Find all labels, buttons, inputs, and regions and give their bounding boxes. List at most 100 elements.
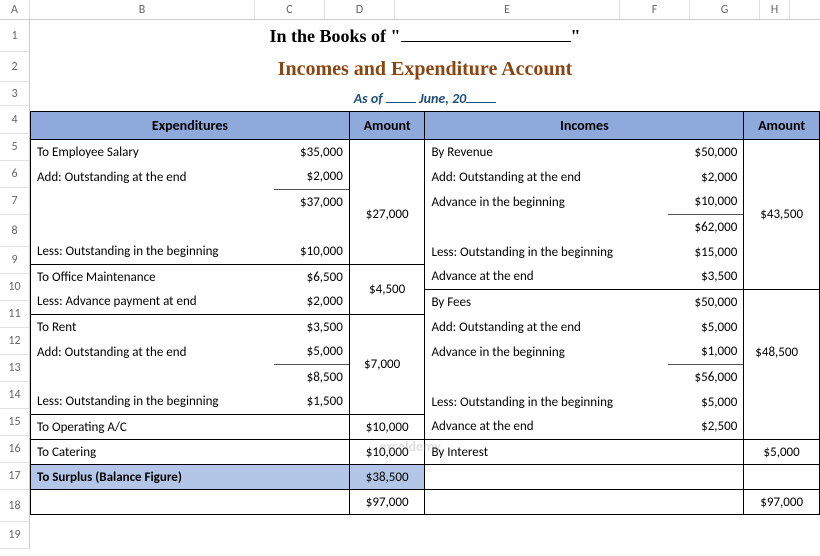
cell[interactable] bbox=[425, 465, 668, 490]
cell[interactable] bbox=[274, 440, 350, 465]
row-header-2[interactable]: 2 bbox=[0, 52, 30, 82]
cell[interactable]: To Employee Salary bbox=[31, 140, 274, 165]
cell[interactable]: Add: Outstanding at the end bbox=[31, 165, 274, 190]
cell[interactable] bbox=[744, 165, 820, 190]
cell[interactable] bbox=[31, 490, 274, 515]
cell[interactable]: $5,000 bbox=[668, 390, 744, 415]
cell[interactable]: $2,000 bbox=[668, 165, 744, 190]
th-amount2[interactable]: Amount bbox=[744, 112, 820, 140]
cell[interactable]: $27,000 bbox=[349, 190, 425, 240]
cell[interactable]: Less: Outstanding in the beginning bbox=[31, 390, 274, 415]
cell[interactable] bbox=[668, 490, 744, 515]
cell[interactable]: Less: Outstanding in the beginning bbox=[425, 390, 668, 415]
cell[interactable]: $3,500 bbox=[274, 315, 350, 340]
cell[interactable]: To Office Maintenance bbox=[31, 265, 274, 290]
cell[interactable]: $37,000 bbox=[274, 190, 350, 215]
cell[interactable] bbox=[274, 215, 350, 240]
th-incomes[interactable]: Incomes bbox=[425, 112, 744, 140]
surplus-amount[interactable]: $38,500 bbox=[349, 465, 425, 490]
row-header-8[interactable]: 8 bbox=[0, 215, 30, 247]
cell[interactable] bbox=[425, 490, 668, 515]
row-header-1[interactable]: 1 bbox=[0, 20, 30, 52]
total-exp[interactable]: $97,000 bbox=[349, 490, 425, 515]
col-header-f[interactable]: F bbox=[620, 0, 690, 19]
cell[interactable]: $10,000 bbox=[349, 440, 425, 465]
col-header-b[interactable]: B bbox=[30, 0, 255, 19]
cell[interactable] bbox=[274, 415, 350, 440]
cell[interactable] bbox=[668, 465, 744, 490]
cell[interactable] bbox=[744, 290, 820, 315]
cell[interactable]: $6,500 bbox=[274, 265, 350, 290]
row-header-13[interactable]: 13 bbox=[0, 355, 30, 382]
cell[interactable]: $43,500 bbox=[744, 190, 820, 240]
cell[interactable]: $35,000 bbox=[274, 140, 350, 165]
row-header-18[interactable]: 18 bbox=[0, 490, 30, 522]
cell[interactable]: $50,000 bbox=[668, 290, 744, 315]
cell[interactable] bbox=[31, 365, 274, 390]
cell[interactable]: $1,000 bbox=[668, 340, 744, 365]
cell[interactable]: $5,000 bbox=[274, 340, 350, 365]
col-header-c[interactable]: C bbox=[255, 0, 325, 19]
cell[interactable]: Advance in the beginning bbox=[425, 190, 668, 215]
col-header-d[interactable]: D bbox=[325, 0, 395, 19]
cell[interactable]: Less: Advance payment at end bbox=[31, 290, 274, 315]
cell[interactable] bbox=[274, 490, 350, 515]
cell[interactable] bbox=[744, 390, 820, 415]
cell[interactable]: By Fees bbox=[425, 290, 668, 315]
cell[interactable]: $2,000 bbox=[274, 165, 350, 190]
col-header-h[interactable]: H bbox=[760, 0, 790, 19]
cell[interactable]: Add: Outstanding at the end bbox=[425, 165, 668, 190]
cell[interactable] bbox=[425, 365, 668, 390]
row-header-17[interactable]: 17 bbox=[0, 463, 30, 490]
cell[interactable]: $62,000 bbox=[668, 215, 744, 240]
col-header-a[interactable]: A bbox=[0, 0, 30, 19]
cell[interactable]: $5,000 bbox=[668, 315, 744, 340]
row-header-10[interactable]: 10 bbox=[0, 274, 30, 301]
cell[interactable]: To Operating A/C bbox=[31, 415, 274, 440]
row-header-9[interactable]: 9 bbox=[0, 247, 30, 274]
cell[interactable]: $48,500 bbox=[744, 315, 820, 390]
cell[interactable] bbox=[349, 165, 425, 190]
row-header-15[interactable]: 15 bbox=[0, 409, 30, 436]
cell[interactable]: $1,500 bbox=[274, 390, 350, 415]
row-header-11[interactable]: 11 bbox=[0, 301, 30, 328]
row-header-19[interactable]: 19 bbox=[0, 522, 30, 549]
cell[interactable] bbox=[744, 140, 820, 165]
cell[interactable] bbox=[349, 240, 425, 265]
cell[interactable]: Less: Outstanding in the beginning bbox=[31, 240, 274, 265]
cell[interactable] bbox=[668, 440, 744, 465]
th-amount1[interactable]: Amount bbox=[349, 112, 425, 140]
row-header-4[interactable]: 4 bbox=[0, 106, 30, 134]
cell[interactable]: Less: Outstanding in the beginning bbox=[425, 240, 668, 265]
cell[interactable]: $10,000 bbox=[349, 415, 425, 440]
cell[interactable]: Advance in the beginning bbox=[425, 340, 668, 365]
cell[interactable]: $10,000 bbox=[668, 190, 744, 215]
cell[interactable]: $3,500 bbox=[668, 265, 744, 290]
surplus-label[interactable]: To Surplus (Balance Figure) bbox=[31, 465, 274, 490]
row-header-14[interactable]: 14 bbox=[0, 382, 30, 409]
cell[interactable]: To Catering bbox=[31, 440, 274, 465]
cell[interactable] bbox=[744, 240, 820, 265]
cell[interactable]: $7,000 bbox=[349, 315, 425, 415]
total-inc[interactable]: $97,000 bbox=[744, 490, 820, 515]
cell[interactable]: Advance at the end bbox=[425, 415, 668, 440]
cell[interactable]: Add: Outstanding at the end bbox=[425, 315, 668, 340]
cell[interactable] bbox=[744, 415, 820, 440]
cell[interactable]: Add: Outstanding at the end bbox=[31, 340, 274, 365]
cell[interactable] bbox=[349, 140, 425, 165]
cell[interactable] bbox=[31, 215, 274, 240]
cell[interactable] bbox=[425, 215, 668, 240]
cell[interactable]: By Interest bbox=[425, 440, 668, 465]
cell[interactable] bbox=[274, 465, 350, 490]
row-header-7[interactable]: 7 bbox=[0, 188, 30, 215]
cell[interactable]: By Revenue bbox=[425, 140, 668, 165]
row-header-5[interactable]: 5 bbox=[0, 134, 30, 161]
row-header-6[interactable]: 6 bbox=[0, 161, 30, 188]
cell[interactable]: $8,500 bbox=[274, 365, 350, 390]
cell[interactable]: Advance at the end bbox=[425, 265, 668, 290]
cell[interactable] bbox=[31, 190, 274, 215]
col-header-e[interactable]: E bbox=[395, 0, 620, 19]
row-header-3[interactable]: 3 bbox=[0, 82, 30, 106]
cell[interactable] bbox=[744, 265, 820, 290]
cell[interactable]: $4,500 bbox=[349, 265, 425, 315]
